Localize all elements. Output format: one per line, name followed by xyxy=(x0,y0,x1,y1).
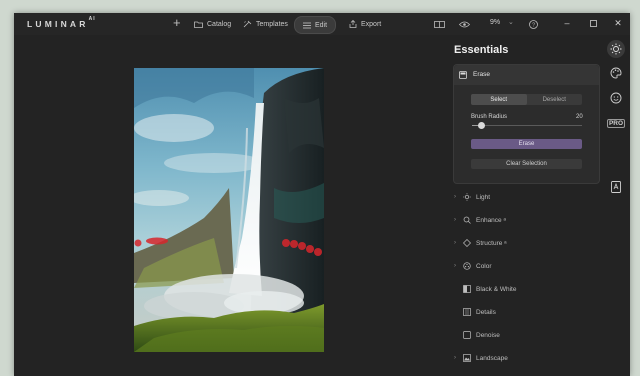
templates-icon xyxy=(243,20,252,28)
erase-button[interactable]: Erase xyxy=(471,139,582,149)
tool-structure[interactable]: › Structure ᵃ xyxy=(454,237,507,249)
tool-label: Light xyxy=(476,193,491,201)
minimize-button[interactable]: – xyxy=(560,16,574,30)
chevron-down-icon[interactable]: ⌄ xyxy=(508,18,514,26)
chevron-right-icon[interactable]: › xyxy=(454,194,460,200)
erase-tool-panel: Erase Select Deselect Brush Radius 20 Er… xyxy=(453,64,600,184)
creative-palette-icon[interactable] xyxy=(607,64,625,82)
tool-black-white[interactable]: Black & White xyxy=(454,283,516,295)
waterfall-photo xyxy=(134,68,324,352)
svg-text:?: ? xyxy=(531,22,534,28)
tab-edit[interactable]: Edit xyxy=(294,16,337,34)
tab-catalog-label: Catalog xyxy=(207,20,232,28)
structure-icon xyxy=(462,239,471,248)
maximize-button[interactable] xyxy=(586,16,600,30)
close-button[interactable]: ✕ xyxy=(611,16,625,30)
chevron-right-icon[interactable]: › xyxy=(454,240,460,246)
clear-selection-button[interactable]: Clear Selection xyxy=(471,159,582,169)
tool-enhance[interactable]: › Enhance ᵃ xyxy=(454,214,506,226)
landscape-icon xyxy=(462,354,471,363)
layers-icon[interactable] xyxy=(607,178,625,196)
essentials-sun-icon[interactable] xyxy=(607,40,625,58)
tool-label: Structure ᵃ xyxy=(476,239,507,247)
brush-radius-value[interactable]: 20 xyxy=(576,114,583,120)
details-icon xyxy=(462,308,471,317)
tool-label: Landscape xyxy=(476,354,508,362)
tool-label: Denoise xyxy=(476,331,500,339)
sliders-icon xyxy=(303,22,311,28)
tool-light[interactable]: › Light xyxy=(454,191,490,203)
brush-radius-slider-handle[interactable] xyxy=(477,122,485,129)
tool-color[interactable]: › Color xyxy=(454,260,492,272)
tool-details[interactable]: Details xyxy=(454,306,496,318)
tool-label: Details xyxy=(476,308,496,316)
tool-label: Enhance ᵃ xyxy=(476,216,506,224)
tab-export-label: Export xyxy=(361,20,382,28)
sun-icon xyxy=(462,193,471,202)
preview-eye-icon[interactable] xyxy=(457,17,471,31)
title-bar: LUMINARAI + Catalog Templates Edit Expor… xyxy=(14,13,630,35)
chevron-right-icon[interactable]: › xyxy=(454,263,460,269)
app-logo: LUMINARAI xyxy=(27,16,96,29)
erase-tool-header[interactable]: Erase xyxy=(454,65,599,85)
tab-edit-label: Edit xyxy=(315,21,328,29)
chevron-right-icon[interactable]: › xyxy=(454,355,460,361)
compare-icon[interactable] xyxy=(432,17,446,31)
panel-title: Essentials xyxy=(454,44,509,56)
tool-denoise[interactable]: Denoise xyxy=(454,329,500,341)
tool-label: Color xyxy=(476,262,492,270)
export-icon xyxy=(349,20,357,28)
tool-label: Black & White xyxy=(476,285,517,293)
deselect-button[interactable]: Deselect xyxy=(527,94,583,105)
color-icon xyxy=(462,262,471,271)
help-icon[interactable]: ? xyxy=(526,17,540,31)
portrait-face-icon[interactable] xyxy=(607,89,625,107)
denoise-icon xyxy=(462,331,471,340)
select-button[interactable]: Select xyxy=(471,94,527,105)
photo-canvas[interactable] xyxy=(134,68,324,352)
erase-tool-title: Erase xyxy=(473,71,490,78)
tool-landscape[interactable]: › Landscape xyxy=(454,352,508,364)
bw-icon xyxy=(462,285,471,294)
selection-mode-toggle: Select Deselect xyxy=(471,94,582,105)
pro-icon[interactable]: PRO xyxy=(606,114,626,132)
tab-templates[interactable]: Templates xyxy=(235,16,296,32)
brush-radius-label: Brush Radius xyxy=(471,114,508,120)
tab-templates-label: Templates xyxy=(256,20,288,28)
folder-icon xyxy=(194,21,203,28)
brush-radius-slider[interactable] xyxy=(472,122,582,129)
add-photos-button[interactable]: + xyxy=(173,16,181,30)
erase-icon xyxy=(459,71,467,79)
tab-export[interactable]: Export xyxy=(341,16,389,32)
zoom-level[interactable]: 9% xyxy=(490,19,500,26)
app-window: LUMINARAI + Catalog Templates Edit Expor… xyxy=(14,13,630,376)
enhance-icon xyxy=(462,216,471,225)
chevron-right-icon[interactable]: › xyxy=(454,217,460,223)
tab-catalog[interactable]: Catalog xyxy=(186,16,239,32)
